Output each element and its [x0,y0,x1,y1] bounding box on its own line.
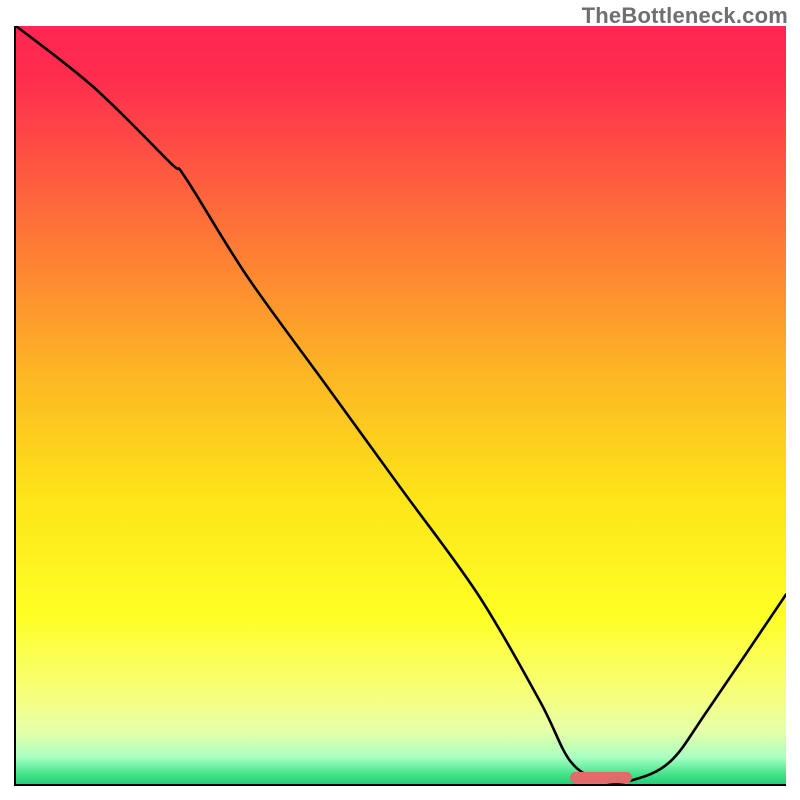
chart-stage: TheBottleneck.com [0,0,800,800]
bottleneck-curve [16,26,786,784]
optimal-range-pill [570,772,632,783]
plot-area [14,26,786,786]
